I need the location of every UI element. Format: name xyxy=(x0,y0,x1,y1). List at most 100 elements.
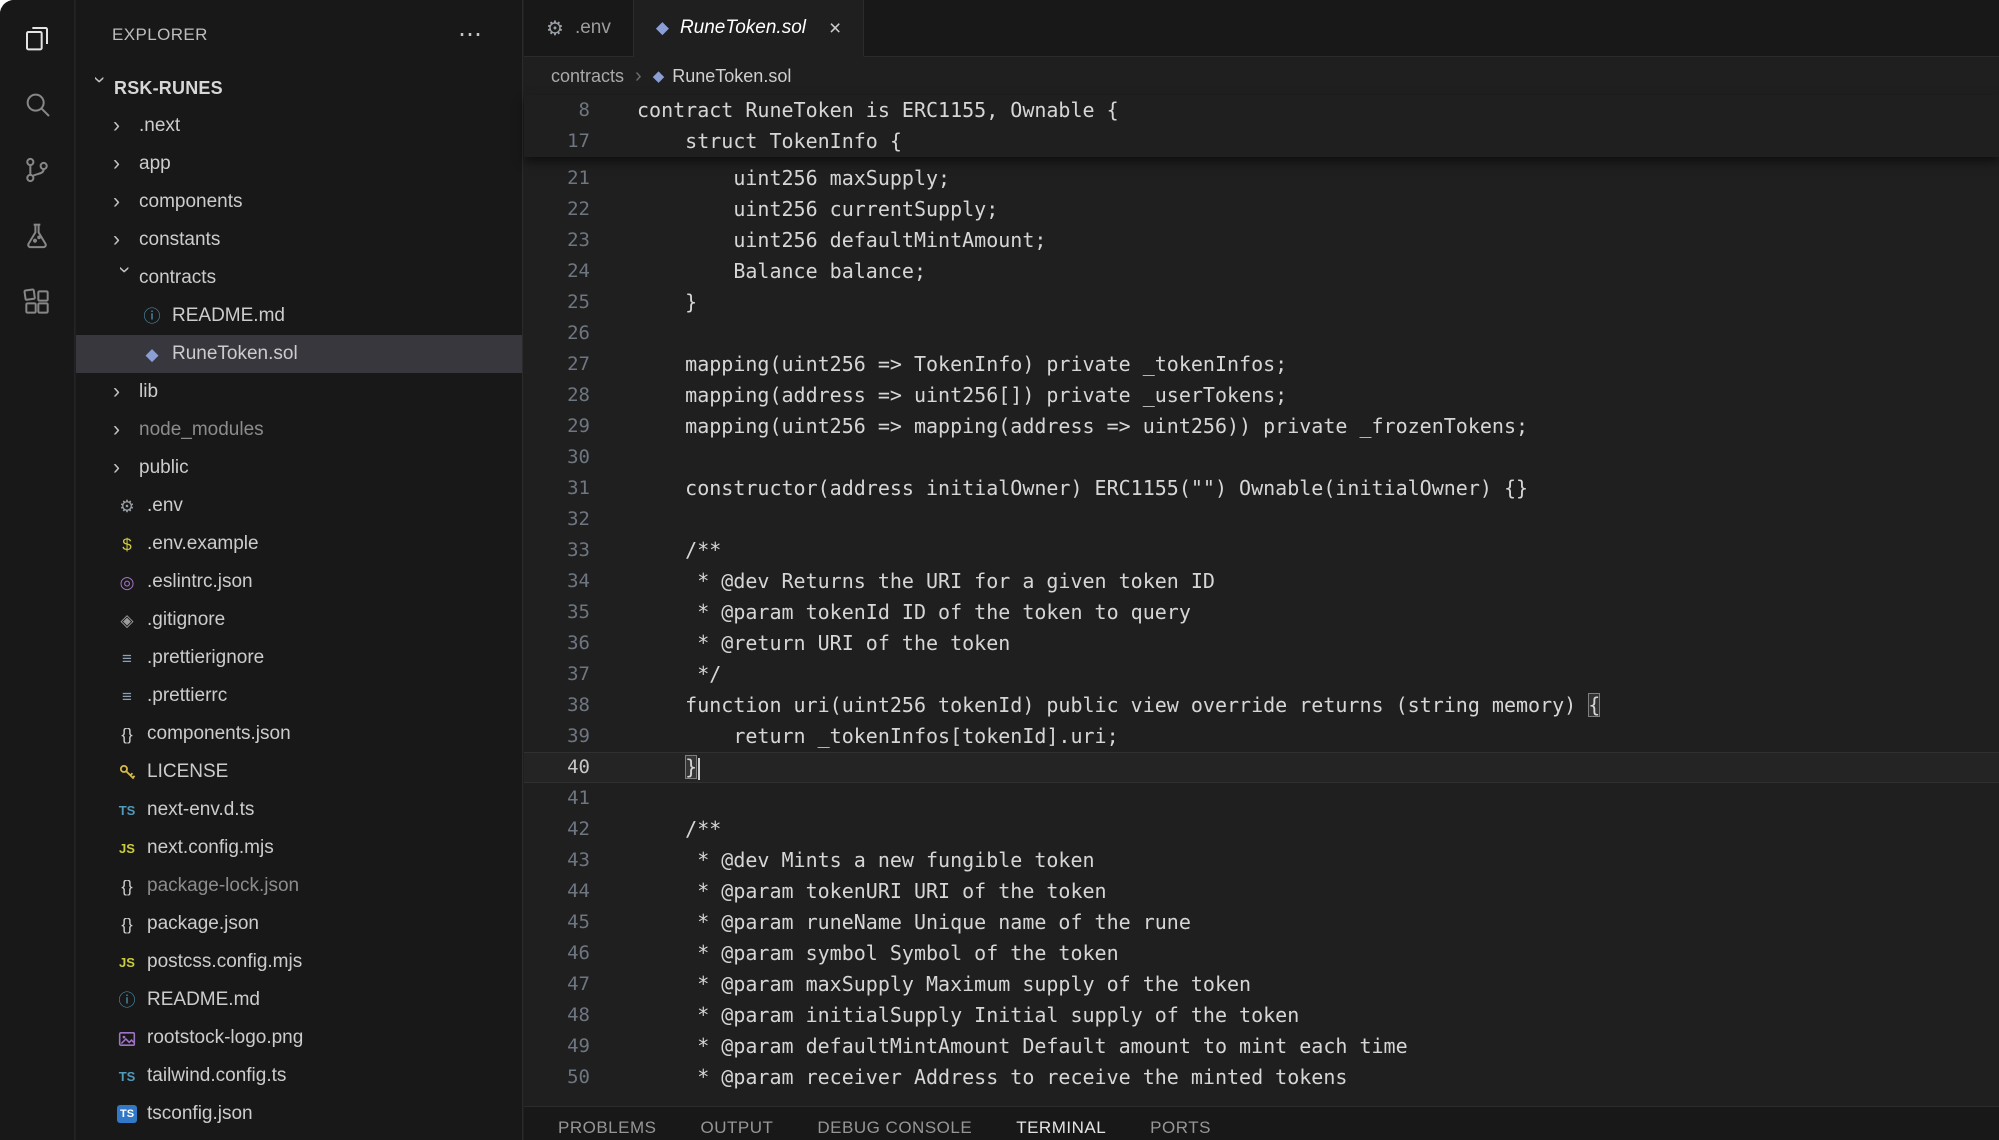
tree-file-tsconfig-json[interactable]: TStsconfig.json xyxy=(76,1095,522,1133)
tree-file-readme-md[interactable]: ⓘREADME.md xyxy=(76,981,522,1019)
breadcrumb-item-contracts[interactable]: contracts xyxy=(551,66,624,87)
code-line[interactable]: 36 * @return URI of the token xyxy=(524,628,1999,659)
code-line[interactable]: 44 * @param tokenURI URI of the token xyxy=(524,876,1999,907)
code-line[interactable]: 33 /** xyxy=(524,535,1999,566)
code-line[interactable]: 29 mapping(uint256 => mapping(address =>… xyxy=(524,411,1999,442)
tree-item-label: node_modules xyxy=(139,419,264,441)
code-text: * @param tokenURI URI of the token xyxy=(590,876,1107,907)
code-line[interactable]: 47 * @param maxSupply Maximum supply of … xyxy=(524,969,1999,1000)
code-line[interactable]: 32 xyxy=(524,504,1999,535)
tree-folder-rsk-runes[interactable]: ›RSK-RUNES xyxy=(76,69,522,107)
tree-folder-components[interactable]: ›components xyxy=(76,183,522,221)
code-line[interactable]: 40 } xyxy=(524,752,1999,783)
tree-file--prettierignore[interactable]: ≡.prettierignore xyxy=(76,639,522,677)
code-line[interactable]: 25 } xyxy=(524,287,1999,318)
tree-folder-contracts[interactable]: ›contracts xyxy=(76,259,522,297)
sticky-scroll: 8contract RuneToken is ERC1155, Ownable … xyxy=(524,95,1999,157)
code-line[interactable]: 41 xyxy=(524,783,1999,814)
code-line[interactable]: 38 function uri(uint256 tokenId) public … xyxy=(524,690,1999,721)
code-line[interactable]: 49 * @param defaultMintAmount Default am… xyxy=(524,1031,1999,1062)
code-line[interactable]: 28 mapping(address => uint256[]) private… xyxy=(524,380,1999,411)
tree-item-label: .eslintrc.json xyxy=(147,571,253,593)
panel-tab-ports[interactable]: PORTS xyxy=(1150,1118,1211,1140)
line-number: 26 xyxy=(524,318,590,349)
breadcrumb-item-runetoken-sol[interactable]: ◆ RuneToken.sol xyxy=(653,66,792,87)
code-line[interactable]: 27 mapping(uint256 => TokenInfo) private… xyxy=(524,349,1999,380)
tree-file-package-json[interactable]: {}package.json xyxy=(76,905,522,943)
tree-file-readme-md[interactable]: ⓘREADME.md xyxy=(76,297,522,335)
line-number: 30 xyxy=(524,442,590,473)
tree-file--prettierrc[interactable]: ≡.prettierrc xyxy=(76,677,522,715)
search-icon[interactable] xyxy=(19,86,55,122)
bracket-match: } xyxy=(685,755,697,779)
ellipsis-icon[interactable]: ⋯ xyxy=(458,30,482,40)
code-line[interactable]: 23 uint256 defaultMintAmount; xyxy=(524,225,1999,256)
line-number: 42 xyxy=(524,814,590,845)
code-line[interactable]: 30 xyxy=(524,442,1999,473)
tree-file--gitignore[interactable]: ◈.gitignore xyxy=(76,601,522,639)
tree-folder-public[interactable]: ›public xyxy=(76,449,522,487)
code-line[interactable]: 46 * @param symbol Symbol of the token xyxy=(524,938,1999,969)
code-line[interactable]: 8contract RuneToken is ERC1155, Ownable … xyxy=(524,95,1999,126)
code-line[interactable]: 34 * @dev Returns the URI for a given to… xyxy=(524,566,1999,597)
tree-file-postcss-config-mjs[interactable]: JSpostcss.config.mjs xyxy=(76,943,522,981)
line-number: 32 xyxy=(524,504,590,535)
breadcrumb: contracts › ◆ RuneToken.sol xyxy=(524,57,1999,95)
tree-folder-node-modules[interactable]: ›node_modules xyxy=(76,411,522,449)
tree-file--env[interactable]: ⚙.env xyxy=(76,487,522,525)
code-line[interactable]: 45 * @param runeName Unique name of the … xyxy=(524,907,1999,938)
tree-folder-lib[interactable]: ›lib xyxy=(76,373,522,411)
code-line[interactable]: 39 return _tokenInfos[tokenId].uri; xyxy=(524,721,1999,752)
panel-tab-output[interactable]: OUTPUT xyxy=(700,1118,773,1140)
testing-flask-icon[interactable] xyxy=(19,218,55,254)
code-line[interactable]: 24 Balance balance; xyxy=(524,256,1999,287)
tree-file-next-env-d-ts[interactable]: TSnext-env.d.ts xyxy=(76,791,522,829)
code-editor[interactable]: 21 uint256 maxSupply;22 uint256 currentS… xyxy=(524,157,1999,1106)
code-line[interactable]: 22 uint256 currentSupply; xyxy=(524,194,1999,225)
tree-file-rootstock-logo-png[interactable]: rootstock-logo.png xyxy=(76,1019,522,1057)
code-line[interactable]: 43 * @dev Mints a new fungible token xyxy=(524,845,1999,876)
tree-file--eslintrc-json[interactable]: ◎.eslintrc.json xyxy=(76,563,522,601)
tree-file-tailwind-config-ts[interactable]: TStailwind.config.ts xyxy=(76,1057,522,1095)
code-text xyxy=(590,783,637,814)
code-line[interactable]: 35 * @param tokenId ID of the token to q… xyxy=(524,597,1999,628)
panel-tab-debug-console[interactable]: DEBUG CONSOLE xyxy=(817,1118,972,1140)
code-text: /** xyxy=(590,535,721,566)
file-tree: ›RSK-RUNES›.next›app›components›constant… xyxy=(76,69,522,1133)
tab-env[interactable]: ⚙ .env xyxy=(524,0,634,56)
code-text: * @param initialSupply Initial supply of… xyxy=(590,1000,1299,1031)
dollar-icon: $ xyxy=(113,535,141,554)
code-line[interactable]: 17 struct TokenInfo { xyxy=(524,126,1999,157)
files-icon[interactable] xyxy=(19,20,55,56)
tree-folder-constants[interactable]: ›constants xyxy=(76,221,522,259)
tree-file--env-example[interactable]: $.env.example xyxy=(76,525,522,563)
chevron-right-icon: › xyxy=(113,418,139,442)
close-icon[interactable]: × xyxy=(829,18,841,39)
tree-file-runetoken-sol[interactable]: ◆RuneToken.sol xyxy=(76,335,522,373)
extensions-icon[interactable] xyxy=(19,284,55,320)
code-line[interactable]: 37 */ xyxy=(524,659,1999,690)
solidity-icon: ◆ xyxy=(138,345,166,364)
tree-file-next-config-mjs[interactable]: JSnext.config.mjs xyxy=(76,829,522,867)
ts-icon: TS xyxy=(113,801,141,820)
tree-file-components-json[interactable]: {}components.json xyxy=(76,715,522,753)
code-line[interactable]: 48 * @param initialSupply Initial supply… xyxy=(524,1000,1999,1031)
tree-folder-app[interactable]: ›app xyxy=(76,145,522,183)
source-control-icon[interactable] xyxy=(19,152,55,188)
code-line[interactable]: 31 constructor(address initialOwner) ERC… xyxy=(524,473,1999,504)
tree-folder--next[interactable]: ›.next xyxy=(76,107,522,145)
chevron-right-icon: › xyxy=(113,456,139,480)
text-cursor xyxy=(698,758,700,780)
info-icon: ⓘ xyxy=(113,991,141,1010)
tab-runetoken-sol[interactable]: ◆ RuneToken.sol × xyxy=(634,0,864,57)
tree-file-license[interactable]: LICENSE xyxy=(76,753,522,791)
panel-tab-terminal[interactable]: TERMINAL xyxy=(1016,1118,1106,1140)
tree-item-label: public xyxy=(139,457,189,479)
tree-file-package-lock-json[interactable]: {}package-lock.json xyxy=(76,867,522,905)
code-line[interactable]: 42 /** xyxy=(524,814,1999,845)
panel-tab-problems[interactable]: PROBLEMS xyxy=(558,1118,656,1140)
ts-icon: TS xyxy=(113,1067,141,1086)
code-line[interactable]: 50 * @param receiver Address to receive … xyxy=(524,1062,1999,1093)
code-line[interactable]: 26 xyxy=(524,318,1999,349)
code-line[interactable]: 21 uint256 maxSupply; xyxy=(524,163,1999,194)
